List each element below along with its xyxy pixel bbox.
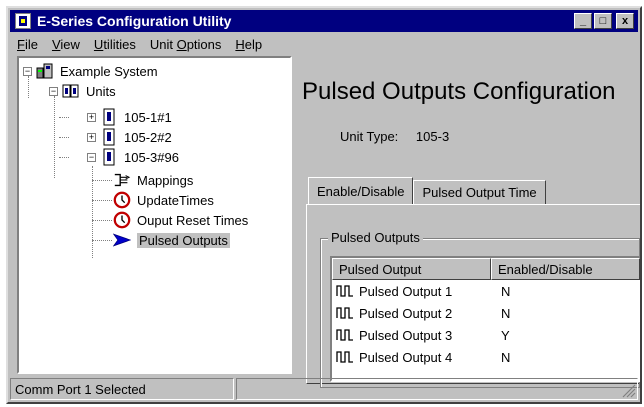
- mappings-icon: [113, 171, 131, 189]
- tree-node-pulsed-outputs[interactable]: Pulsed Outputs: [113, 230, 230, 250]
- tab-enable-disable[interactable]: Enable/Disable: [308, 177, 414, 204]
- menu-help[interactable]: Help: [228, 37, 269, 52]
- output-name: Pulsed Output 4: [359, 349, 453, 365]
- tab-pulsed-output-time[interactable]: Pulsed Output Time: [413, 180, 546, 204]
- unit-type-label: Unit Type:: [340, 129, 399, 144]
- output-name: Pulsed Output 2: [359, 305, 453, 321]
- system-tree[interactable]: − Example System − Units + 105-1#1 + 105…: [17, 56, 292, 374]
- clock-icon: [113, 191, 131, 209]
- tree-label: Ouput Reset Times: [137, 212, 249, 228]
- tree-label: Mappings: [137, 172, 194, 188]
- column-header-pulsed-output[interactable]: Pulsed Output: [332, 258, 491, 280]
- tree-node-unit-1[interactable]: + 105-1#1: [87, 107, 172, 127]
- resize-grip-icon[interactable]: [622, 384, 636, 398]
- enabled-value: N: [500, 283, 511, 299]
- group-label: Pulsed Outputs: [328, 230, 423, 245]
- menu-bar: File View Utilities Unit Options Help: [10, 34, 638, 54]
- menu-unit-options[interactable]: Unit Options: [143, 37, 229, 52]
- tree-line: [59, 137, 69, 138]
- output-name-cell: Pulsed Output 3: [332, 328, 491, 343]
- status-message: Comm Port 1 Selected: [10, 378, 234, 400]
- pulse-icon: [336, 329, 353, 341]
- title-bar[interactable]: E-Series Configuration Utility _ □ x: [10, 10, 638, 32]
- window-title: E-Series Configuration Utility: [37, 13, 232, 29]
- pulsed-outputs-list[interactable]: Pulsed Output Enabled/Disable Pulsed Out…: [330, 256, 640, 382]
- tree-label: UpdateTimes: [137, 192, 214, 208]
- page-title: Pulsed Outputs Configuration: [302, 78, 616, 105]
- enabled-value: Y: [500, 327, 510, 343]
- list-header: Pulsed Output Enabled/Disable: [332, 258, 640, 280]
- output-name-cell: Pulsed Output 2: [332, 306, 491, 321]
- collapse-icon[interactable]: −: [87, 152, 96, 162]
- status-bar: Comm Port 1 Selected: [10, 378, 638, 400]
- expand-icon[interactable]: +: [87, 132, 96, 142]
- unit-icon: [100, 148, 118, 166]
- output-name: Pulsed Output 3: [359, 327, 453, 343]
- tree-line: [59, 157, 69, 158]
- tree-node-output-reset-times[interactable]: Ouput Reset Times: [113, 210, 248, 230]
- tree-line: [92, 200, 112, 201]
- status-pane-secondary: [236, 378, 638, 400]
- tree-node-example-system[interactable]: − Example System: [23, 61, 158, 81]
- list-row[interactable]: Pulsed Output 1 N: [332, 280, 640, 302]
- collapse-icon[interactable]: −: [49, 86, 58, 96]
- enabled-value: N: [500, 305, 511, 321]
- menu-file[interactable]: File: [10, 37, 45, 52]
- system-icon: [36, 62, 54, 80]
- pulse-icon: [336, 351, 353, 363]
- tree-node-mappings[interactable]: Mappings: [113, 170, 193, 190]
- collapse-icon[interactable]: −: [23, 66, 32, 76]
- tree-node-unit-2[interactable]: + 105-2#2: [87, 127, 172, 147]
- tree-label: 105-1#1: [124, 109, 172, 125]
- tree-node-update-times[interactable]: UpdateTimes: [113, 190, 214, 210]
- tree-line: [92, 220, 112, 221]
- tree-label: Units: [86, 83, 116, 99]
- enabled-value: N: [500, 349, 511, 365]
- tree-line: [59, 117, 69, 118]
- tree-node-units[interactable]: − Units: [49, 81, 116, 101]
- tree-line: [54, 96, 55, 178]
- column-header-enabled[interactable]: Enabled/Disable: [490, 258, 640, 280]
- config-panel: Pulsed Outputs Configuration Unit Type: …: [298, 56, 640, 388]
- tree-label: 105-3#96: [124, 149, 179, 165]
- close-button[interactable]: x: [616, 13, 634, 29]
- unit-type-value: 105-3: [415, 129, 450, 144]
- minimize-button[interactable]: _: [574, 13, 592, 29]
- tree-line: [92, 180, 112, 181]
- tree-label: Example System: [60, 63, 158, 79]
- arrow-icon: [113, 231, 131, 249]
- maximize-button[interactable]: □: [594, 13, 612, 29]
- list-row[interactable]: Pulsed Output 3 Y: [332, 324, 640, 346]
- clock-icon: [113, 211, 131, 229]
- output-name: Pulsed Output 1: [359, 283, 453, 299]
- output-name-cell: Pulsed Output 1: [332, 284, 491, 299]
- tree-label: 105-2#2: [124, 129, 172, 145]
- tree-label-selected: Pulsed Outputs: [137, 232, 230, 248]
- main-window: E-Series Configuration Utility _ □ x Fil…: [6, 6, 642, 404]
- unit-icon: [100, 128, 118, 146]
- output-name-cell: Pulsed Output 4: [332, 350, 491, 365]
- expand-icon[interactable]: +: [87, 112, 96, 122]
- unit-type: Unit Type: 105-3: [340, 129, 449, 144]
- pulse-icon: [336, 307, 353, 319]
- tree-line: [92, 240, 112, 241]
- list-row[interactable]: Pulsed Output 2 N: [332, 302, 640, 324]
- list-row[interactable]: Pulsed Output 4 N: [332, 346, 640, 368]
- tree-node-unit-3[interactable]: − 105-3#96: [87, 147, 179, 167]
- tab-strip: Enable/Disable Pulsed Output Time: [308, 177, 546, 204]
- app-icon: [15, 13, 31, 29]
- menu-utilities[interactable]: Utilities: [87, 37, 143, 52]
- unit-icon: [100, 108, 118, 126]
- menu-view[interactable]: View: [45, 37, 87, 52]
- pulse-icon: [336, 285, 353, 297]
- units-icon: [62, 82, 80, 100]
